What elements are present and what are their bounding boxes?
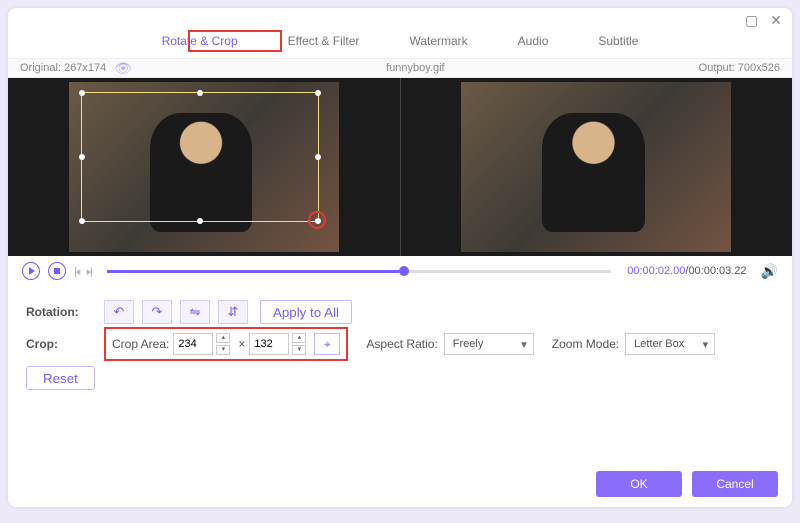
cancel-button[interactable]: Cancel	[692, 471, 778, 497]
rotation-label: Rotation:	[26, 305, 104, 319]
current-time: 00:00:02.00	[627, 265, 685, 277]
seek-slider[interactable]	[107, 270, 611, 273]
crop-handle-tr[interactable]	[315, 90, 321, 96]
crop-handle-ml[interactable]	[79, 154, 85, 160]
crop-handle-bm[interactable]	[197, 218, 203, 224]
titlebar: ▢ ✕	[8, 8, 792, 32]
original-video-frame[interactable]	[69, 82, 339, 252]
stop-button[interactable]	[48, 262, 66, 280]
tab-watermark[interactable]: Watermark	[403, 32, 473, 50]
tab-rotate-crop[interactable]: Rotate & Crop	[156, 32, 244, 50]
zoom-mode-select[interactable]: Letter Box	[625, 333, 715, 355]
total-time: 00:00:03.22	[688, 265, 746, 277]
aspect-ratio-select[interactable]: Freely	[444, 333, 534, 355]
flip-vertical-button[interactable]: ⇵	[218, 300, 248, 324]
crop-area-label: Crop Area:	[112, 337, 169, 351]
output-preview	[400, 78, 793, 256]
footer: OK Cancel	[596, 471, 778, 497]
crop-selection[interactable]	[81, 92, 319, 222]
tab-effect-filter[interactable]: Effect & Filter	[282, 32, 366, 50]
crop-height-spinner[interactable]: ▴▾	[292, 333, 306, 355]
output-size-label: Output: 700x526	[699, 62, 780, 74]
time-display: 00:00:02.00/00:00:03.22	[627, 265, 746, 277]
rotate-left-button[interactable]: ↶	[104, 300, 134, 324]
original-preview	[8, 78, 400, 256]
editor-window: ▢ ✕ Rotate & Crop Effect & Filter Waterm…	[8, 8, 792, 507]
play-button[interactable]	[22, 262, 40, 280]
crop-handle-bl[interactable]	[79, 218, 85, 224]
tab-audio[interactable]: Audio	[512, 32, 555, 50]
crop-label: Crop:	[26, 337, 104, 351]
crop-row: Crop: Crop Area: ▴▾ × ▴▾ ⌖ Aspect Ratio:…	[26, 328, 774, 360]
zoom-mode-label: Zoom Mode:	[552, 337, 619, 351]
filename-label: funnyboy.gif	[132, 62, 699, 74]
tabs-row: Rotate & Crop Effect & Filter Watermark …	[8, 32, 792, 58]
rotation-row: Rotation: ↶ ↷ ⇋ ⇵ Apply to All	[26, 296, 774, 328]
crop-handle-br[interactable]	[315, 218, 321, 224]
close-icon[interactable]: ✕	[770, 13, 782, 27]
volume-icon[interactable]: 🔊	[761, 263, 778, 280]
output-video-frame	[461, 82, 731, 252]
tab-subtitle[interactable]: Subtitle	[592, 32, 644, 50]
next-frame-button[interactable]: ▸|	[86, 265, 90, 278]
maximize-icon[interactable]: ▢	[745, 13, 758, 27]
prev-frame-button[interactable]: |◂	[74, 265, 78, 278]
crop-x-sep: ×	[238, 337, 245, 351]
eye-icon[interactable]: 👁	[114, 60, 132, 77]
playbar: |◂ ▸| 00:00:02.00/00:00:03.22 🔊	[8, 256, 792, 286]
controls-section: Rotation: ↶ ↷ ⇋ ⇵ Apply to All Crop: Cro…	[8, 286, 792, 400]
info-bar: Original: 267x174 👁 funnyboy.gif Output:…	[8, 58, 792, 78]
rotate-right-button[interactable]: ↷	[142, 300, 172, 324]
crop-handle-tl[interactable]	[79, 90, 85, 96]
seek-thumb[interactable]	[399, 266, 409, 276]
crop-handle-mr[interactable]	[315, 154, 321, 160]
crop-width-spinner[interactable]: ▴▾	[216, 333, 230, 355]
crop-center-button[interactable]: ⌖	[314, 333, 340, 355]
crop-width-input[interactable]	[173, 333, 213, 355]
aspect-ratio-label: Aspect Ratio:	[366, 337, 437, 351]
crop-handle-tm[interactable]	[197, 90, 203, 96]
ok-button[interactable]: OK	[596, 471, 682, 497]
annotation-crop-highlight: Crop Area: ▴▾ × ▴▾ ⌖	[104, 327, 348, 361]
original-size-label: Original: 267x174	[20, 62, 106, 74]
crop-height-input[interactable]	[249, 333, 289, 355]
apply-to-all-button[interactable]: Apply to All	[260, 300, 352, 324]
preview-row	[8, 78, 792, 256]
reset-button[interactable]: Reset	[26, 366, 95, 390]
flip-horizontal-button[interactable]: ⇋	[180, 300, 210, 324]
